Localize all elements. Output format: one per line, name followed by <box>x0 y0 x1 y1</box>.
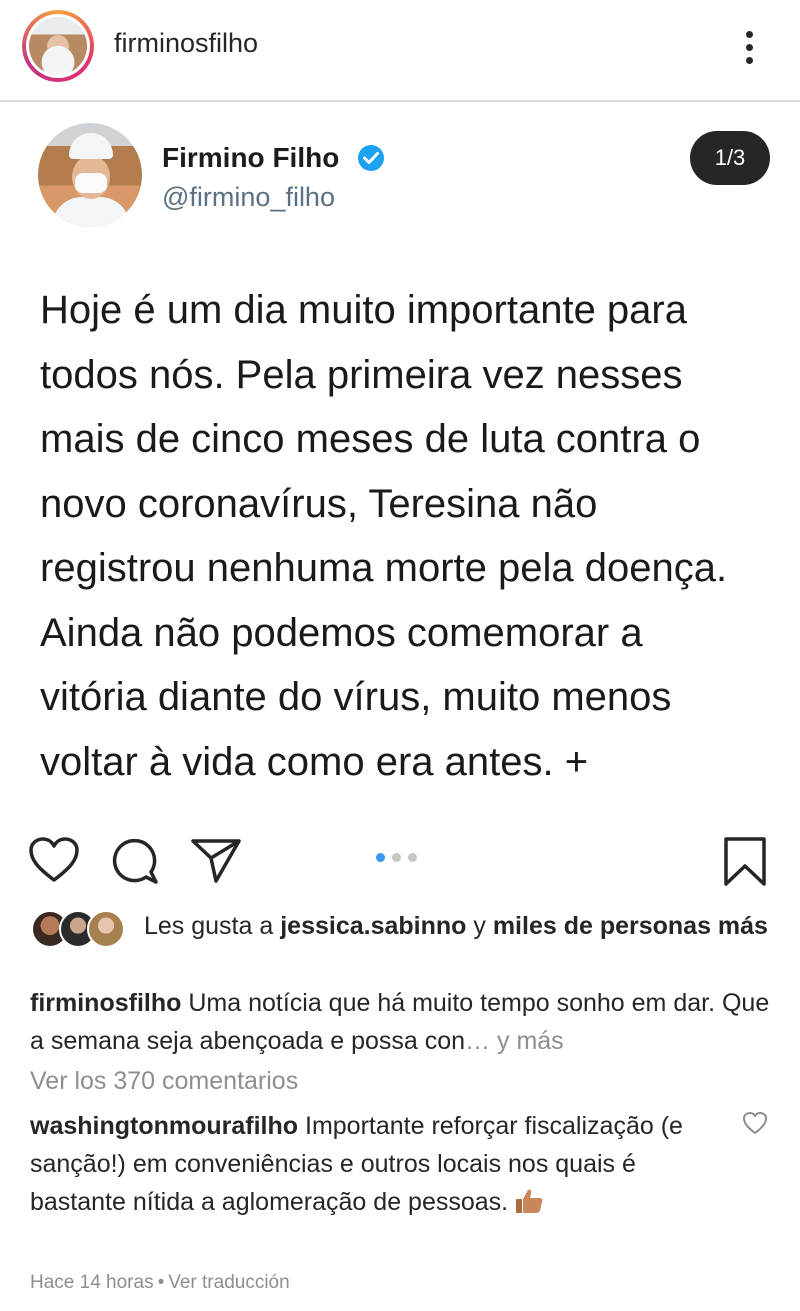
thumbs-up-icon <box>514 1187 544 1213</box>
heart-icon[interactable] <box>28 836 80 889</box>
caption-username[interactable]: firminosfilho <box>30 989 181 1017</box>
likes-summary[interactable]: Les gusta a jessica.sabinno y miles de p… <box>144 908 784 944</box>
tweet-line: novo coronavírus, Teresina não <box>40 481 598 526</box>
likes-others[interactable]: miles de personas más <box>493 912 768 940</box>
comment-like-heart-icon[interactable] <box>742 1111 768 1140</box>
likes-prefix: Les gusta a <box>144 912 281 940</box>
see-translation-link[interactable]: Ver traducción <box>168 1272 289 1293</box>
tweet-handle: @firmino_filho <box>162 182 335 212</box>
comment-icon[interactable] <box>110 836 160 891</box>
caption-ellipsis: … <box>465 1027 491 1055</box>
tweet-display-name: Firmino Filho <box>162 142 340 173</box>
comment-timestamp: Hace 14 horas <box>30 1272 154 1293</box>
action-bar <box>0 826 800 896</box>
profile-avatar[interactable] <box>22 10 94 82</box>
carousel-page-indicator: 1/3 <box>690 131 770 185</box>
avatar-photo <box>29 17 87 75</box>
post-header: firminosfilho <box>0 0 800 102</box>
tweet-avatar <box>38 123 142 227</box>
comment-meta: Hace 14 horas • Ver traducción <box>30 1272 290 1294</box>
share-icon[interactable] <box>190 836 242 889</box>
liker-username[interactable]: jessica.sabinno <box>280 912 466 940</box>
tweet-line: registrou nenhuma morte pela doença. <box>40 546 728 590</box>
bookmark-icon[interactable] <box>722 836 768 893</box>
liker-avatars[interactable] <box>31 910 131 948</box>
view-all-comments-link[interactable]: Ver los 370 comentarios <box>30 1067 298 1096</box>
caption-more-link[interactable]: y más <box>490 1027 564 1055</box>
tweet-line: Hoje é um dia muito importante para <box>40 288 687 332</box>
likes-middle: y <box>466 912 493 940</box>
meta-separator: • <box>157 1272 165 1293</box>
comment-username[interactable]: washingtonmourafilho <box>30 1112 298 1140</box>
tweet-line: Ainda não podemos comemorar a <box>40 610 643 655</box>
tweet-line: todos nós. Pela primeira vez nesses <box>40 352 683 397</box>
header-username[interactable]: firminosfilho <box>114 28 258 59</box>
more-options-icon[interactable] <box>737 26 763 70</box>
tweet-line: voltar à vida como era antes. + <box>40 739 589 784</box>
tweet-text: Hoje é um dia muito importante para todo… <box>40 278 780 794</box>
post-caption: firminosfilho Uma notícia que há muito t… <box>30 984 770 1060</box>
verified-badge-icon <box>358 145 384 171</box>
tweet-line: vitória diante do vírus, muito menos <box>40 675 672 719</box>
tweet-line: mais de cinco meses de luta contra o <box>40 417 701 461</box>
comment-item: washingtonmourafilho Importante reforçar… <box>30 1107 730 1221</box>
